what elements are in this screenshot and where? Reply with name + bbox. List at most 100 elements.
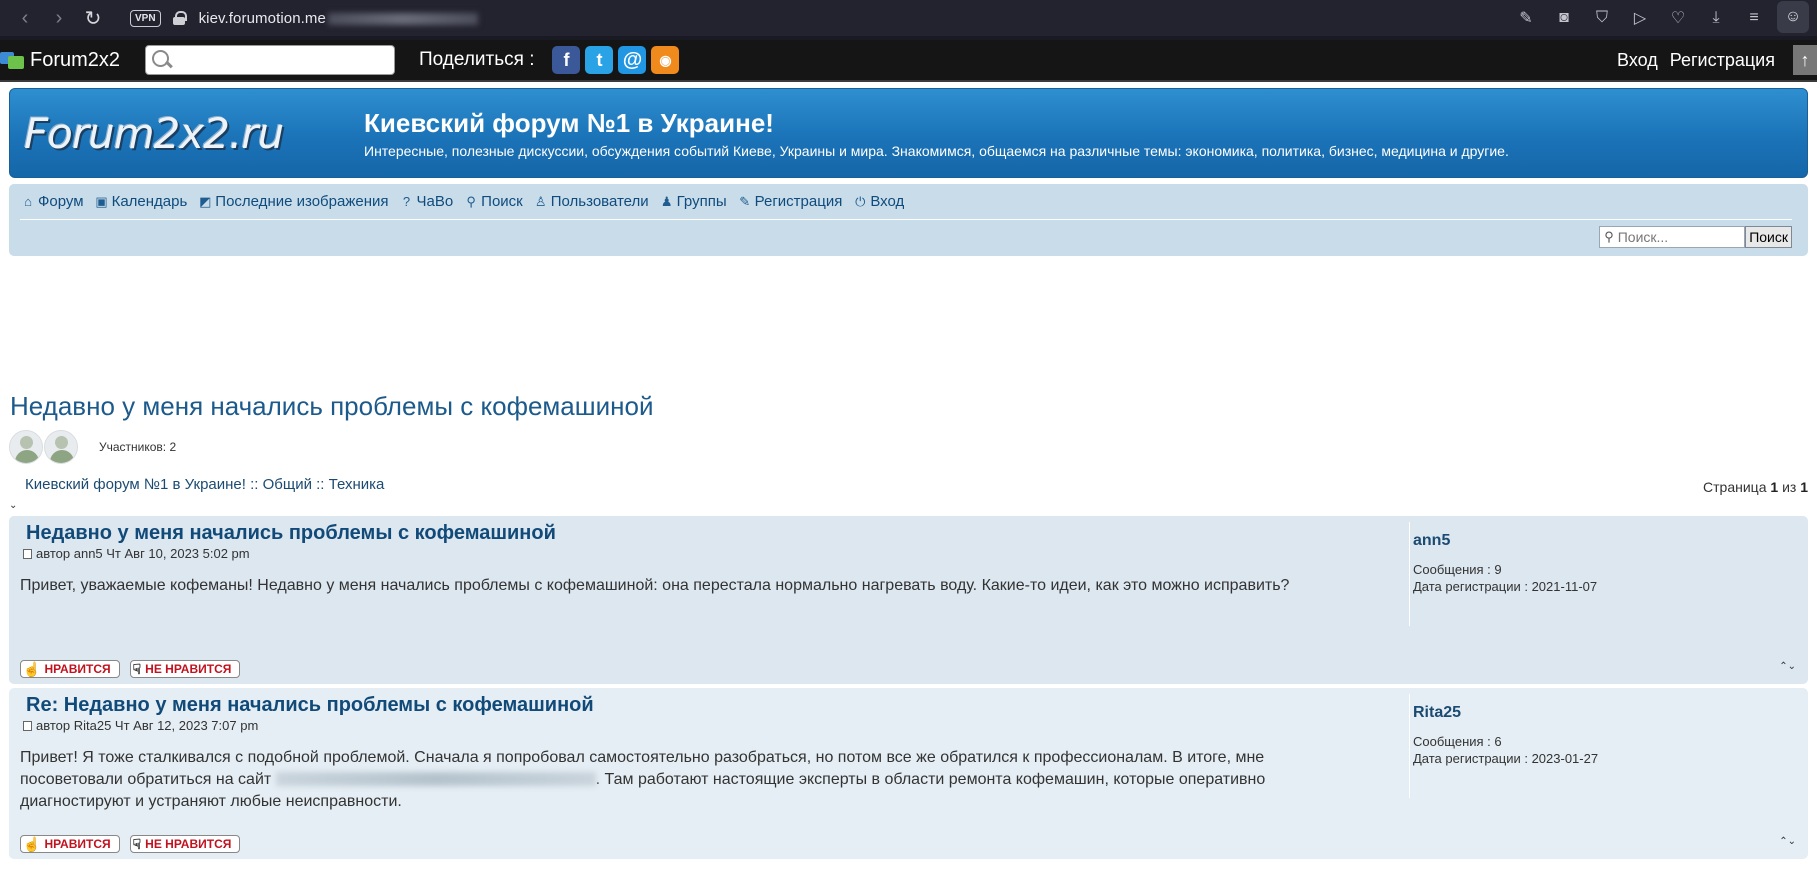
shield-icon[interactable]: ⛉ (1583, 1, 1621, 35)
nav-item-1[interactable]: ▣ Календарь (94, 193, 187, 210)
participants-count: Участников: 2 (99, 440, 177, 454)
like-label: НРАВИТСЯ (44, 662, 111, 676)
toolbar-search-input[interactable] (145, 45, 395, 75)
search-button[interactable]: Поиск (1745, 226, 1792, 248)
nav-item-label: Последние изображения (215, 193, 389, 210)
download-icon[interactable]: ⤓ (1697, 1, 1735, 35)
nav-item-6[interactable]: ♟ Группы (659, 193, 727, 210)
author-name[interactable]: ann5 (1413, 532, 1597, 550)
up-down-arrows-icon[interactable]: ⌃⌄ (1779, 661, 1796, 672)
browser-toolbar: ‹ › ↻ VPN kiev.forumotion.me ✎ ◙ ⛉ ▷ ♡ ⤓… (0, 0, 1817, 40)
post-meta: автор ann5 Чт Авг 10, 2023 5:02 pm (23, 546, 1409, 561)
twitter-icon[interactable]: t (585, 46, 614, 74)
url-domain: kiev.forumotion.me (198, 9, 326, 27)
author-registered: Дата регистрации : 2023-01-27 (1413, 751, 1599, 766)
search-icon (150, 48, 174, 72)
post-title[interactable]: Re: Недавно у меня начались проблемы с к… (26, 694, 1409, 717)
nav-item-label: Пользователи (550, 193, 649, 210)
nav-item-label: Регистрация (754, 193, 843, 210)
group-icon: ♟ (660, 193, 673, 209)
search-icon: ⚲ (466, 193, 476, 209)
like-button[interactable]: ☝ НРАВИТСЯ (20, 835, 120, 853)
post-icon (23, 549, 32, 559)
nav-item-2[interactable]: ◩ Последние изображения (197, 193, 388, 210)
nav-item-4[interactable]: ⚲ Поиск (463, 193, 523, 210)
pager-prefix: Страница (1703, 479, 1767, 495)
ad-space (9, 256, 1808, 391)
thumbs-down-icon: ☟ (132, 835, 142, 852)
camera-icon[interactable]: ◙ (1545, 1, 1583, 35)
calendar-icon: ▣ (95, 193, 108, 209)
post: Re: Недавно у меня начались проблемы с к… (9, 688, 1808, 859)
home-icon: ⌂ (24, 194, 32, 209)
rss-icon[interactable]: ◉ (651, 46, 680, 74)
like-label: НРАВИТСЯ (44, 837, 111, 851)
thumbs-up-icon: ☝ (23, 835, 41, 852)
address-bar[interactable]: kiev.forumotion.me (199, 10, 478, 27)
dislike-label: НЕ НРАВИТСЯ (145, 662, 232, 676)
post-icon (23, 721, 32, 731)
send-icon[interactable]: ▷ (1621, 1, 1659, 35)
nav-item-7[interactable]: ✎ Регистрация (737, 193, 843, 210)
nav-item-8[interactable]: ⏻ Вход (852, 193, 904, 210)
post-meta-text: автор Rita25 Чт Авг 12, 2023 7:07 pm (36, 718, 259, 733)
email-icon[interactable]: @ (618, 46, 647, 74)
avatar[interactable] (44, 430, 78, 464)
thumbs-down-icon: ☟ (132, 660, 142, 677)
nav-item-label: Форум (38, 193, 84, 210)
edit-icon[interactable]: ✎ (1507, 1, 1545, 35)
register-icon: ✎ (739, 193, 751, 209)
facebook-icon[interactable]: f (552, 46, 581, 74)
post-title[interactable]: Недавно у меня начались проблемы с кофем… (26, 522, 1409, 545)
nav-item-label: ЧаВо (416, 193, 454, 210)
search-icon: ⚲ (1604, 229, 1614, 244)
nav-item-3[interactable]: ? ЧаВо (398, 193, 453, 210)
menu-icon[interactable]: ≡ (1735, 1, 1773, 35)
post-text: Привет, уважаемые кофеманы! Недавно у ме… (20, 577, 1290, 594)
heart-icon[interactable]: ♡ (1659, 1, 1697, 35)
scroll-down-icon[interactable]: ⌄ (9, 500, 1808, 511)
forum-logo-icon (0, 50, 26, 70)
post: Недавно у меня начались проблемы с кофем… (9, 516, 1808, 684)
participants: Участников: 2 (9, 428, 1808, 466)
user-icon: ♙ (534, 193, 547, 209)
post-profile: ann5 Сообщения : 9 Дата регистрации : 20… (1413, 532, 1597, 594)
scroll-up-icon[interactable]: ↑ (1793, 45, 1817, 75)
forward-icon[interactable]: › (42, 1, 76, 35)
post-meta-text: автор ann5 Чт Авг 10, 2023 5:02 pm (36, 546, 250, 561)
search-placeholder: Поиск... (1617, 229, 1669, 245)
navbar-search-input[interactable]: ⚲ Поиск... (1599, 226, 1746, 248)
forum-toolbar: Forum2x2 Поделиться : f t @ ◉ Вход Регис… (0, 40, 1817, 82)
main-navbar: ⌂ Форум ▣ Календарь ◩ Последние изображения ? Ч… (9, 184, 1808, 256)
lock-icon (172, 11, 187, 25)
like-button[interactable]: ☝ НРАВИТСЯ (20, 660, 120, 678)
author-name[interactable]: Rita25 (1413, 704, 1598, 722)
breadcrumb[interactable]: Киевский форум №1 в Украине! :: Общий ::… (25, 476, 384, 493)
post-meta: автор Rita25 Чт Авг 12, 2023 7:07 pm (23, 718, 1409, 733)
reload-icon[interactable]: ↻ (76, 1, 110, 35)
author-messages: Сообщения : 9 (1413, 562, 1502, 577)
pager-of: из (1782, 479, 1797, 495)
blurred-link[interactable] (275, 772, 596, 786)
vpn-badge[interactable]: VPN (130, 9, 161, 27)
back-icon[interactable]: ‹ (8, 1, 42, 35)
nav-item-label: Поиск (481, 193, 523, 210)
dislike-button[interactable]: ☟ НЕ НРАВИТСЯ (129, 660, 241, 678)
nav-item-5[interactable]: ♙ Пользователи (533, 193, 649, 210)
author-messages: Сообщения : 6 (1413, 734, 1502, 749)
nav-item-0[interactable]: ⌂ Форум (20, 193, 84, 210)
nav-item-label: Вход (870, 193, 905, 210)
profile-icon[interactable]: ☺ (1777, 1, 1809, 33)
banner-logo[interactable]: Forum2x2.ru (24, 109, 364, 158)
toolbar-logo-text: Forum2x2 (30, 48, 121, 71)
pagination: Страница 1 из 1 (1703, 479, 1808, 495)
dislike-button[interactable]: ☟ НЕ НРАВИТСЯ (129, 835, 241, 853)
share-label: Поделиться : (419, 49, 535, 70)
avatar[interactable] (9, 430, 43, 464)
forum-banner: Forum2x2.ru Киевский форум №1 в Украине!… (9, 88, 1808, 178)
toolbar-register-link[interactable]: Регистрация (1670, 50, 1775, 71)
toolbar-logo[interactable]: Forum2x2 (0, 49, 145, 72)
url-path-blurred (327, 12, 478, 25)
toolbar-login-link[interactable]: Вход (1617, 50, 1658, 71)
up-down-arrows-icon[interactable]: ⌃⌄ (1779, 836, 1796, 847)
